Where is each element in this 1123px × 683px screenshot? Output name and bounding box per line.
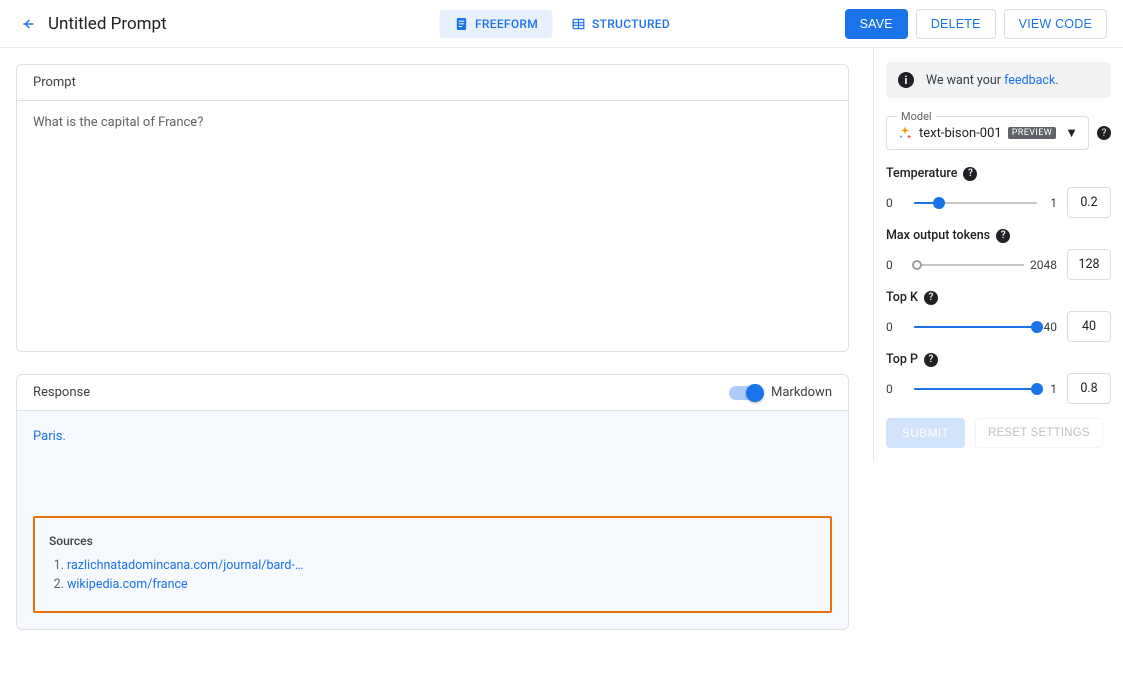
param-max-tokens: Max output tokens? 0 2048 128	[886, 228, 1111, 280]
slider-min: 0	[886, 258, 908, 272]
source-link[interactable]: wikipedia.com/france	[67, 577, 188, 592]
param-top-p: Top P? 0 1 0.8	[886, 352, 1111, 404]
slider-max: 1	[1043, 196, 1057, 210]
param-temperature: Temperature? 0 1 0.2	[886, 166, 1111, 218]
preview-badge: PREVIEW	[1008, 127, 1056, 139]
top-p-value[interactable]: 0.8	[1067, 373, 1111, 404]
slider-min: 0	[886, 196, 908, 210]
help-icon[interactable]: ?	[963, 167, 977, 181]
response-heading: Response	[33, 385, 90, 400]
max-tokens-slider[interactable]	[914, 253, 1024, 277]
model-help-icon[interactable]: ?	[1097, 126, 1111, 140]
slider-max: 1	[1043, 382, 1057, 396]
sparkle-icon	[897, 125, 913, 141]
feedback-link[interactable]: feedback	[1004, 73, 1055, 88]
help-icon[interactable]: ?	[924, 353, 938, 367]
temperature-value[interactable]: 0.2	[1067, 187, 1111, 218]
freeform-mode-chip[interactable]: FREEFORM	[439, 10, 552, 38]
model-value: text-bison-001	[919, 126, 1002, 141]
markdown-label: Markdown	[771, 385, 832, 400]
view-code-button[interactable]: VIEW CODE	[1004, 9, 1107, 39]
top-p-slider[interactable]	[914, 377, 1037, 401]
sources-heading: Sources	[49, 534, 816, 548]
top-k-slider[interactable]	[914, 315, 1037, 339]
toggle-switch-icon	[729, 386, 763, 400]
structured-label: STRUCTURED	[592, 17, 670, 31]
top-p-label: Top P	[886, 352, 918, 367]
slider-max: 2048	[1030, 258, 1057, 272]
source-item: razlichnatadomincana.com/journal/bard-…	[67, 556, 816, 575]
temperature-label: Temperature	[886, 166, 957, 181]
response-card: Response Markdown Paris. Sources razlich…	[16, 374, 849, 630]
prompt-card: Prompt What is the capital of France?	[16, 64, 849, 352]
help-icon[interactable]: ?	[924, 291, 938, 305]
delete-button[interactable]: DELETE	[916, 9, 996, 39]
table-icon	[570, 16, 586, 32]
settings-sidebar: i We want your feedback. Model text-biso…	[873, 48, 1123, 462]
temperature-slider[interactable]	[914, 191, 1037, 215]
page-title: Untitled Prompt	[48, 14, 167, 34]
markdown-toggle[interactable]: Markdown	[729, 385, 832, 400]
feedback-banner: i We want your feedback.	[886, 62, 1111, 98]
arrow-left-icon	[20, 16, 36, 32]
document-icon	[453, 16, 469, 32]
model-field-label: Model	[897, 110, 936, 123]
max-tokens-value[interactable]: 128	[1067, 249, 1111, 280]
response-answer: Paris.	[33, 429, 832, 444]
top-k-value[interactable]: 40	[1067, 311, 1111, 342]
top-k-label: Top K	[886, 290, 918, 305]
save-button[interactable]: SAVE	[845, 9, 908, 39]
source-link[interactable]: razlichnatadomincana.com/journal/bard-…	[67, 558, 303, 573]
structured-mode-chip[interactable]: STRUCTURED	[556, 10, 684, 38]
slider-min: 0	[886, 382, 908, 396]
freeform-label: FREEFORM	[475, 17, 538, 31]
sources-box: Sources razlichnatadomincana.com/journal…	[33, 516, 832, 613]
prompt-text[interactable]: What is the capital of France?	[17, 101, 848, 351]
banner-text: We want your feedback.	[926, 73, 1059, 88]
reset-settings-button[interactable]: RESET SETTINGS	[975, 418, 1103, 448]
max-tokens-label: Max output tokens	[886, 228, 990, 243]
submit-button[interactable]: SUBMIT	[886, 418, 965, 448]
back-button[interactable]	[16, 12, 40, 36]
slider-max: 40	[1043, 320, 1057, 334]
chevron-down-icon: ▼	[1065, 125, 1078, 141]
source-item: wikipedia.com/france	[67, 575, 816, 594]
info-icon: i	[898, 72, 914, 88]
header-actions: SAVE DELETE VIEW CODE	[845, 9, 1107, 39]
help-icon[interactable]: ?	[996, 229, 1010, 243]
model-select[interactable]: Model text-bison-001 PREVIEW ▼	[886, 116, 1089, 150]
slider-min: 0	[886, 320, 908, 334]
top-bar: Untitled Prompt FREEFORM STRUCTURED SAVE…	[0, 0, 1123, 48]
param-top-k: Top K? 0 40 40	[886, 290, 1111, 342]
prompt-heading: Prompt	[17, 65, 848, 101]
mode-toggle: FREEFORM STRUCTURED	[439, 10, 684, 38]
